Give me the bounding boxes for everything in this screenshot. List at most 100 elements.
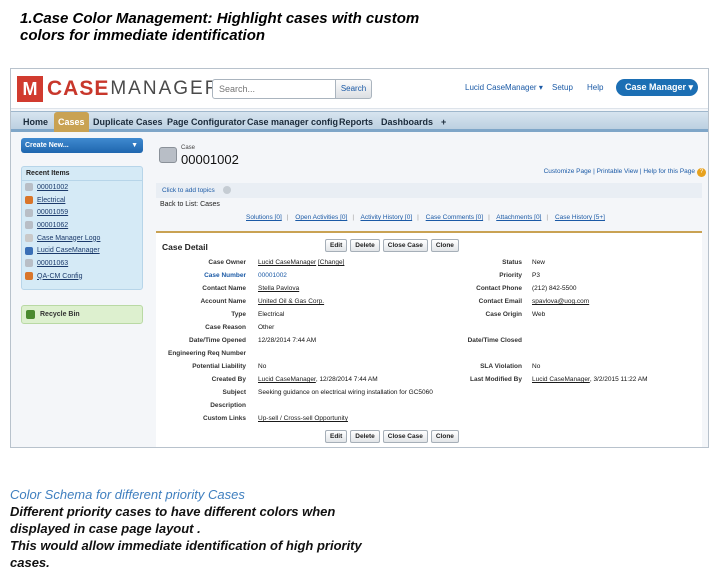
field-row: Subject Seeking guidance on electrical w… xyxy=(156,389,702,401)
field-label: Date/Time Closed xyxy=(467,337,522,344)
recycle-bin-icon xyxy=(26,310,35,319)
user-menu[interactable]: Lucid CaseManager ▾ xyxy=(465,83,543,92)
app-switcher-button[interactable]: Case Manager ▾ xyxy=(616,79,698,96)
recent-item[interactable]: 00001059 xyxy=(22,206,142,219)
field-label: Contact Email xyxy=(478,298,522,305)
logo-case-text: CASE xyxy=(47,77,110,100)
topics-bar[interactable]: Click to add topics xyxy=(156,183,702,198)
case-detail-panel: Case Detail Edit Delete Close Case Clone… xyxy=(156,231,702,447)
related-link-activity-history[interactable]: Activity History [0] xyxy=(360,214,412,221)
detail-title: Case Detail xyxy=(162,242,208,252)
detail-buttons-top: Edit Delete Close Case Clone xyxy=(325,239,459,252)
created-by-link[interactable]: Lucid CaseManager xyxy=(258,376,316,383)
recent-items-title: Recent Items xyxy=(22,167,142,181)
page-links[interactable]: Customize Page | Printable View | Help f… xyxy=(544,168,706,177)
close-case-button[interactable]: Close Case xyxy=(382,239,428,252)
search-button[interactable]: Search xyxy=(336,79,372,99)
footer-title: Color Schema for different priority Case… xyxy=(10,487,245,502)
recent-item[interactable]: Lucid CaseManager xyxy=(22,244,142,257)
setup-link[interactable]: Setup xyxy=(552,83,573,92)
case-icon xyxy=(25,183,33,192)
recent-items-panel: Recent Items 00001002 Electrical 0000105… xyxy=(21,166,143,290)
field-label: Status xyxy=(502,259,522,266)
contact-email-link[interactable]: spavlova@uog.com xyxy=(532,298,589,305)
related-link-open-activities[interactable]: Open Activities [0] xyxy=(295,214,347,221)
field-value: No xyxy=(532,363,541,370)
case-owner-link[interactable]: Lucid CaseManager xyxy=(258,259,316,266)
account-name-link[interactable]: United Oil & Gas Corp. xyxy=(258,298,324,305)
page-links-text[interactable]: Customize Page | Printable View | Help f… xyxy=(544,168,695,175)
create-new-button[interactable]: Create New... ▼ xyxy=(21,138,143,153)
detail-buttons-bottom: Edit Delete Close Case Clone xyxy=(325,430,459,443)
delete-button[interactable]: Delete xyxy=(350,430,380,443)
recycle-bin-link[interactable]: Recycle Bin xyxy=(21,305,143,324)
recent-item[interactable]: QA-CM Config xyxy=(22,270,142,283)
field-label: Case Reason xyxy=(205,324,246,331)
recent-item[interactable]: 00001062 xyxy=(22,219,142,232)
recent-item[interactable]: Electrical xyxy=(22,194,142,207)
field-label: Potential Liability xyxy=(192,363,246,370)
tab-case-manager-config[interactable]: Case manager config xyxy=(247,112,338,132)
recent-item[interactable]: Case Manager Logo xyxy=(22,232,142,245)
search-input[interactable] xyxy=(212,79,336,99)
field-label: Date/Time Opened xyxy=(189,337,246,344)
close-case-button[interactable]: Close Case xyxy=(382,430,428,443)
upsell-link[interactable]: Up-sell / Cross-sell Opportunity xyxy=(258,415,348,422)
field-label: Created By xyxy=(211,376,246,383)
edit-button[interactable]: Edit xyxy=(325,239,348,252)
field-value: (212) 842-5500 xyxy=(532,285,577,292)
recent-item-label: Case Manager Logo xyxy=(37,234,101,242)
recent-item[interactable]: 00001063 xyxy=(22,257,142,270)
last-modified-link[interactable]: Lucid CaseManager xyxy=(532,376,590,383)
change-owner-link[interactable]: [Change] xyxy=(318,259,344,266)
help-icon[interactable]: ? xyxy=(697,168,706,177)
recycle-bin-label: Recycle Bin xyxy=(40,311,80,318)
related-link-case-history[interactable]: Case History [5+] xyxy=(555,214,605,221)
field-label: Case Number xyxy=(204,272,246,279)
heading-line-1: 1.Case Color Management: Highlight cases… xyxy=(20,10,420,27)
field-row: Contact Name Stella Pavlova Contact Phon… xyxy=(156,285,702,297)
tab-page-configurator[interactable]: Page Configurator xyxy=(167,112,246,132)
heading-line-2: colors for immediate identification xyxy=(20,27,266,44)
tab-duplicate-cases[interactable]: Duplicate Cases xyxy=(93,112,163,132)
footer-body: Different priority cases to have differe… xyxy=(10,503,470,571)
solution-icon xyxy=(25,196,33,205)
footer-line-3: This would allow immediate identificatio… xyxy=(10,538,362,553)
field-value: P3 xyxy=(532,272,540,279)
field-row: Account Name United Oil & Gas Corp. Cont… xyxy=(156,298,702,310)
related-link-attachments[interactable]: Attachments [0] xyxy=(496,214,541,221)
add-topics-link[interactable]: Click to add topics xyxy=(162,187,215,194)
tab-add[interactable]: + xyxy=(441,112,446,132)
footer-line-2: displayed in case page layout . xyxy=(10,521,201,536)
related-link-case-comments[interactable]: Case Comments [0] xyxy=(426,214,483,221)
contact-name-link[interactable]: Stella Pavlova xyxy=(258,285,299,292)
field-value: Electrical xyxy=(258,311,285,318)
tab-home[interactable]: Home xyxy=(23,112,48,132)
page-heading: 1.Case Color Management: Highlight cases… xyxy=(20,10,490,44)
clone-button[interactable]: Clone xyxy=(430,239,459,252)
edit-button[interactable]: Edit xyxy=(325,430,348,443)
record-main: Case 00001002 Customize Page | Printable… xyxy=(154,137,706,447)
tab-dashboards[interactable]: Dashboards xyxy=(381,112,433,132)
top-bar: M CASE MANAGER Search Lucid CaseManager … xyxy=(11,69,708,109)
field-value: Lucid CaseManager, 3/2/2015 11:22 AM xyxy=(532,376,648,383)
back-to-list-link[interactable]: Back to List: Cases xyxy=(160,201,220,208)
field-label: Description xyxy=(210,402,246,409)
tab-cases[interactable]: Cases xyxy=(54,112,89,132)
delete-button[interactable]: Delete xyxy=(350,239,380,252)
tab-reports[interactable]: Reports xyxy=(339,112,373,132)
field-row: Type Electrical Case Origin Web xyxy=(156,311,702,323)
field-value: Lucid CaseManager [Change] xyxy=(258,259,344,266)
field-row: Engineering Req Number xyxy=(156,350,702,362)
clone-button[interactable]: Clone xyxy=(430,430,459,443)
app-logo[interactable]: M CASE MANAGER xyxy=(17,75,220,103)
related-link-solutions[interactable]: Solutions [0] xyxy=(246,214,282,221)
field-label: Type xyxy=(231,311,246,318)
field-label: Account Name xyxy=(200,298,246,305)
recent-item[interactable]: 00001002 xyxy=(22,181,142,194)
user-icon xyxy=(25,246,33,255)
created-date: , 12/28/2014 7:44 AM xyxy=(315,376,378,383)
document-icon xyxy=(25,234,33,243)
recent-item-label: Lucid CaseManager xyxy=(37,247,100,255)
help-link[interactable]: Help xyxy=(587,83,603,92)
